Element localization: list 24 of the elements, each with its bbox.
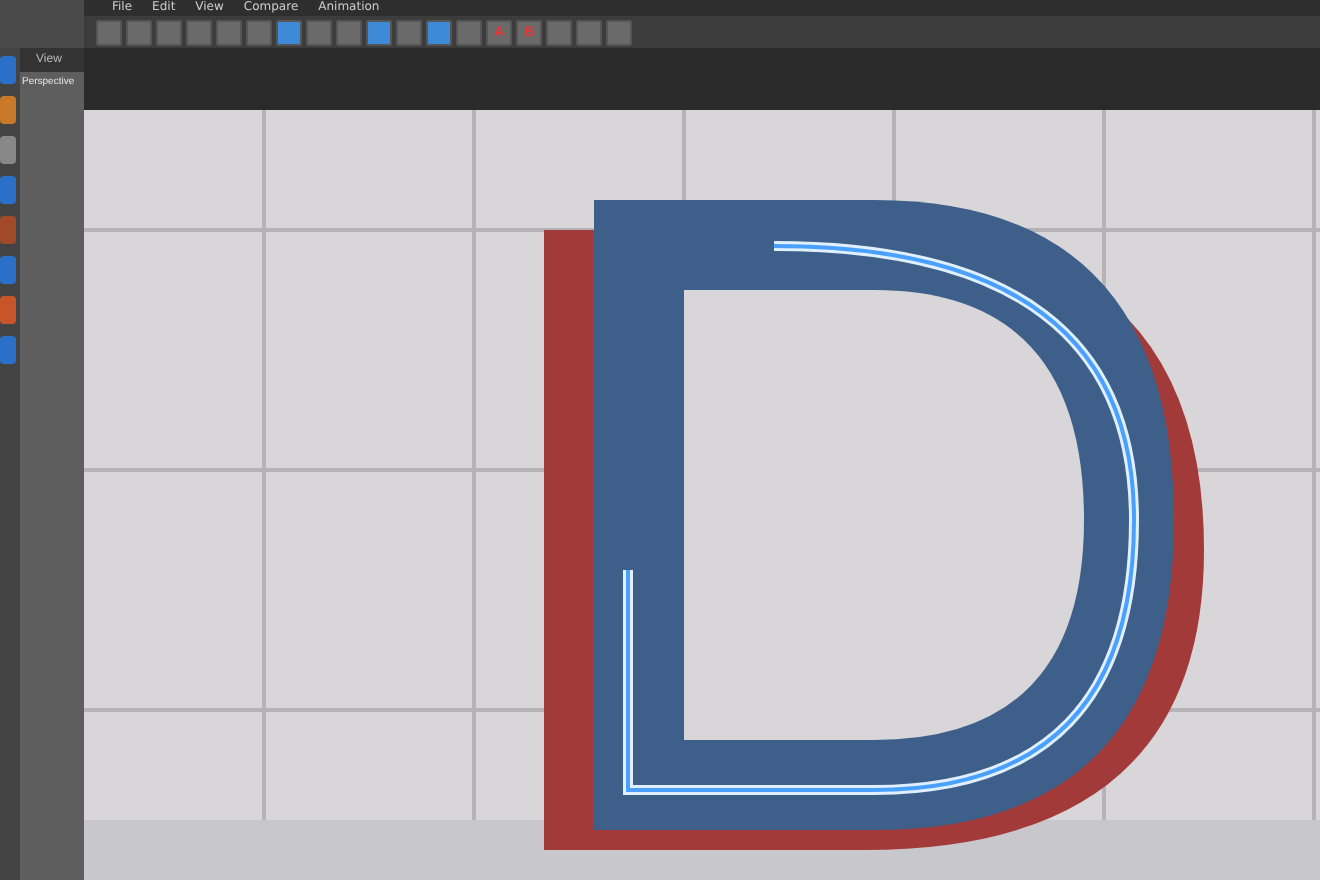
tool-icon[interactable] (0, 96, 16, 124)
toolbar-button[interactable] (396, 19, 422, 45)
tool-icon[interactable] (0, 336, 16, 364)
tool-icon[interactable] (0, 296, 16, 324)
toolbar-button[interactable] (366, 19, 392, 45)
toolbar-button[interactable] (186, 19, 212, 45)
toolbar-button[interactable] (156, 19, 182, 45)
toolbar-button[interactable] (576, 19, 602, 45)
toolbar-button[interactable] (216, 19, 242, 45)
toolbar-button[interactable] (126, 19, 152, 45)
toolbar-button[interactable] (426, 19, 452, 45)
toolbar-button[interactable] (246, 19, 272, 45)
tool-icon[interactable] (0, 176, 16, 204)
toolbar-button[interactable] (606, 19, 632, 45)
toolbar-button[interactable] (456, 19, 482, 45)
tool-icon[interactable] (0, 256, 16, 284)
tool-icon[interactable] (0, 56, 16, 84)
toolbar-button[interactable] (336, 19, 362, 45)
toolbar-button[interactable] (276, 19, 302, 45)
tool-icon[interactable] (0, 216, 16, 244)
toolbar-button[interactable] (306, 19, 332, 45)
toolbar-button[interactable] (546, 19, 572, 45)
tool-icon[interactable] (0, 136, 16, 164)
toolbar-button[interactable] (96, 19, 122, 45)
